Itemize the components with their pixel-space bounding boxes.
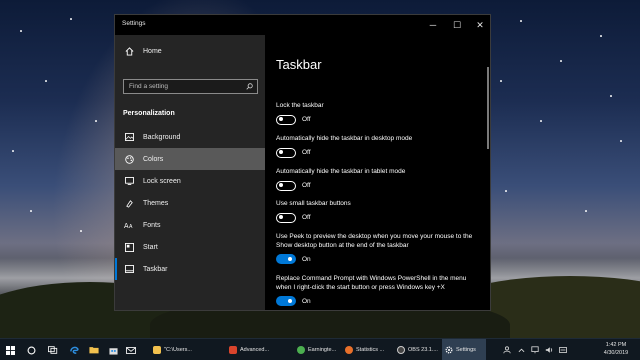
- task-view-icon[interactable]: [42, 339, 64, 360]
- windows-start-icon[interactable]: [0, 339, 20, 360]
- autohide-tablet-toggle[interactable]: [276, 180, 296, 191]
- taskbar-app-label: Advanced...: [240, 347, 270, 353]
- mail-icon[interactable]: [122, 339, 140, 360]
- nav-section-heading: Personalization: [123, 110, 175, 117]
- setting-small-buttons: Use small taskbar buttons Off: [276, 200, 481, 223]
- file-explorer-icon[interactable]: [84, 339, 104, 360]
- lock-screen-icon: [115, 177, 143, 185]
- taskbar-app-label: Statistics ...: [356, 347, 385, 353]
- nav-home[interactable]: Home: [115, 40, 265, 62]
- clock-date: 4/30/2019: [603, 350, 629, 356]
- show-hidden-icons-chevron-icon[interactable]: [514, 339, 528, 360]
- language-icon[interactable]: [556, 339, 570, 360]
- volume-icon[interactable]: [542, 339, 556, 360]
- sidebar-item-label: Start: [143, 243, 158, 251]
- page-title: Taskbar: [276, 57, 322, 72]
- sidebar-item-label: Taskbar: [143, 265, 168, 273]
- toggle-state: Off: [302, 149, 311, 156]
- setting-peek: Use Peek to preview the desktop when you…: [276, 233, 481, 264]
- setting-autohide-tablet: Automatically hide the taskbar in tablet…: [276, 168, 481, 191]
- settings-window: Settings ─ ☐ ✕ Home Find a setting Perso…: [114, 14, 491, 311]
- taskbar-app-firefox[interactable]: Statistics ...: [342, 339, 392, 360]
- system-clock[interactable]: 1:42 PM 4/30/2019: [596, 341, 636, 357]
- app-icon: [229, 346, 237, 354]
- sidebar-item-label: Colors: [143, 155, 164, 163]
- maximize-button[interactable]: ☐: [446, 15, 468, 35]
- title-bar[interactable]: Settings ─ ☐ ✕: [115, 15, 490, 35]
- taskbar-app-chrome[interactable]: Earningte...: [294, 339, 340, 360]
- taskbar-app-label: Settings: [456, 347, 476, 353]
- close-button[interactable]: ✕: [469, 15, 490, 35]
- toggle-state: Off: [302, 182, 311, 189]
- setting-label: Automatically hide the taskbar in deskto…: [276, 135, 413, 142]
- setting-label: Replace Command Prompt with Windows Powe…: [276, 275, 467, 291]
- sidebar-item-label: Fonts: [143, 221, 161, 229]
- cortana-icon[interactable]: [20, 339, 42, 360]
- minimize-button[interactable]: ─: [422, 15, 444, 35]
- sidebar-item-colors[interactable]: Colors: [115, 148, 265, 170]
- toggle-state: On: [302, 255, 311, 263]
- settings-sidebar: Home Find a setting Personalization Back…: [115, 35, 265, 310]
- small-buttons-toggle[interactable]: [276, 212, 296, 223]
- sidebar-item-fonts[interactable]: AA Fonts: [115, 214, 265, 236]
- palette-icon: [115, 154, 143, 164]
- toggle-state: Off: [302, 214, 311, 221]
- store-icon[interactable]: [104, 339, 122, 360]
- sidebar-item-taskbar[interactable]: Taskbar: [115, 258, 265, 280]
- settings-content: Taskbar Lock the taskbar Off Automatical…: [265, 35, 490, 310]
- toggle-state: Off: [302, 116, 311, 123]
- nav-home-label: Home: [143, 47, 162, 55]
- taskbar-app-label: OBS 23.1....: [408, 347, 438, 353]
- taskbar-app-label: "C:\Users...: [164, 347, 192, 353]
- gear-icon: [445, 346, 453, 354]
- sidebar-item-label: Lock screen: [143, 177, 181, 185]
- current-page-indicator: [115, 258, 117, 280]
- sidebar-item-background[interactable]: Background: [115, 126, 265, 148]
- themes-icon: [115, 199, 143, 208]
- obs-icon: [397, 346, 405, 354]
- setting-label: Use Peek to preview the desktop when you…: [276, 233, 473, 249]
- people-icon[interactable]: [500, 339, 514, 360]
- window-title: Settings: [122, 20, 146, 27]
- folder-icon: [153, 346, 161, 354]
- setting-autohide-desktop: Automatically hide the taskbar in deskto…: [276, 135, 481, 158]
- toggle-state: On: [302, 297, 311, 305]
- network-icon[interactable]: [528, 339, 542, 360]
- search-placeholder: Find a setting: [129, 83, 169, 90]
- start-icon: [115, 242, 143, 252]
- search-icon[interactable]: [246, 83, 253, 92]
- scrollbar[interactable]: [487, 67, 489, 149]
- setting-label: Use small taskbar buttons: [276, 200, 351, 207]
- taskbar-app-obs[interactable]: OBS 23.1....: [394, 339, 440, 360]
- taskbar-app-advanced[interactable]: Advanced...: [226, 339, 292, 360]
- clock-time: 1:42 PM: [605, 342, 627, 348]
- fonts-icon: AA: [115, 221, 143, 229]
- home-icon: [115, 46, 143, 56]
- setting-lock-taskbar: Lock the taskbar Off: [276, 102, 481, 125]
- setting-label: Lock the taskbar: [276, 102, 324, 109]
- firefox-icon: [345, 346, 353, 354]
- edge-browser-icon[interactable]: [64, 339, 84, 360]
- chrome-icon: [297, 346, 305, 354]
- autohide-desktop-toggle[interactable]: [276, 147, 296, 158]
- taskbar-icon: [115, 265, 143, 273]
- svg-text:A: A: [129, 224, 133, 229]
- sidebar-item-start[interactable]: Start: [115, 236, 265, 258]
- setting-label: Automatically hide the taskbar in tablet…: [276, 168, 406, 175]
- sidebar-item-themes[interactable]: Themes: [115, 192, 265, 214]
- sidebar-item-label: Background: [143, 133, 181, 141]
- taskbar-app-file-explorer[interactable]: "C:\Users...: [150, 339, 224, 360]
- powershell-toggle[interactable]: [276, 296, 296, 306]
- lock-taskbar-toggle[interactable]: [276, 114, 296, 125]
- sidebar-item-lock-screen[interactable]: Lock screen: [115, 170, 265, 192]
- sidebar-item-label: Themes: [143, 199, 169, 207]
- windows-taskbar: "C:\Users... Advanced... Earningte... St…: [0, 338, 640, 360]
- taskbar-app-settings[interactable]: Settings: [442, 339, 486, 360]
- peek-toggle[interactable]: [276, 254, 296, 264]
- picture-icon: [115, 133, 143, 141]
- taskbar-app-label: Earningte...: [308, 347, 337, 353]
- setting-powershell: Replace Command Prompt with Windows Powe…: [276, 275, 481, 306]
- search-input[interactable]: Find a setting: [123, 79, 258, 94]
